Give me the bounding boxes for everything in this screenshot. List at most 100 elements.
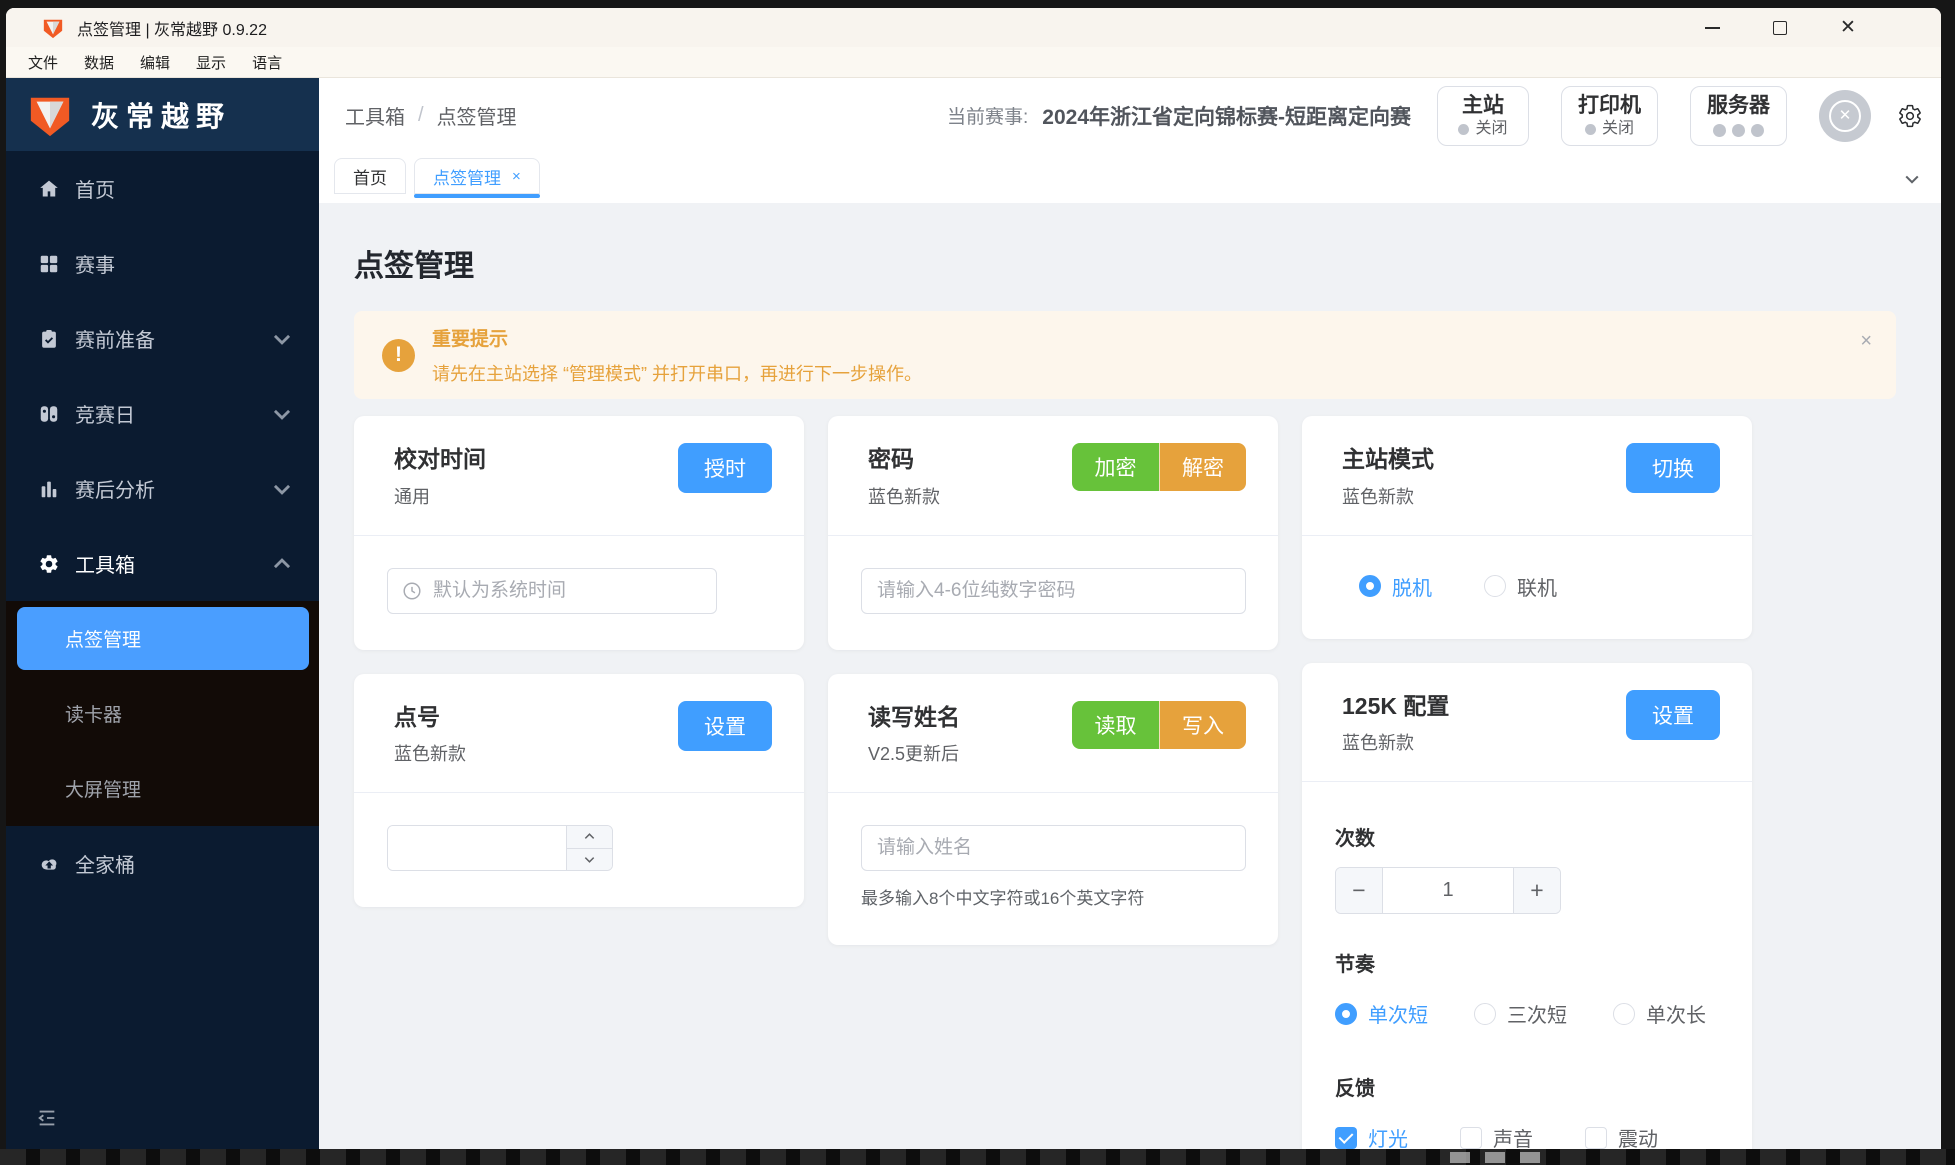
card-subtitle: V2.5更新后	[868, 744, 960, 765]
card-password: 密码 蓝色新款 加密 解密	[828, 416, 1278, 650]
tab-home[interactable]: 首页	[334, 158, 406, 194]
sidebar-item-events[interactable]: 赛事	[6, 226, 319, 301]
clock-icon	[401, 580, 423, 602]
card-subtitle: 蓝色新款	[394, 744, 466, 765]
sidebar-item-race-day[interactable]: 竞赛日	[6, 376, 319, 451]
radio-online[interactable]: 联机	[1484, 572, 1557, 601]
radio-label: 三次短	[1507, 1005, 1567, 1028]
mode-switch-button[interactable]: 切换	[1626, 443, 1720, 493]
submenu-item-big-screen[interactable]: 大屏管理	[6, 751, 319, 826]
station-status-text: 关闭	[1475, 120, 1508, 138]
app-window: 点签管理 | 灰常越野 0.9.22 ✕ 文件 数据 编辑 显示 语言 灰常越野…	[6, 8, 1941, 1149]
radio-unselected-icon	[1613, 1002, 1635, 1025]
spinner-up-button[interactable]	[567, 826, 612, 848]
clipboard-check-icon	[38, 328, 60, 350]
settings-gear-icon[interactable]	[1897, 103, 1923, 129]
spinner-down-button[interactable]	[567, 847, 612, 871]
desktop-taskbar	[0, 1149, 1955, 1165]
sidebar-item-analysis[interactable]: 赛后分析	[6, 451, 319, 526]
card-subtitle: 通用	[394, 486, 430, 507]
printer-status-text: 关闭	[1601, 120, 1634, 138]
tabbar: 首页 点签管理 ×	[319, 153, 1941, 203]
breadcrumb-toolbox[interactable]: 工具箱	[345, 101, 405, 130]
stepper-value[interactable]: 1	[1382, 868, 1514, 914]
card-title: 读写姓名	[868, 703, 960, 730]
count-label: 次数	[1335, 828, 1375, 851]
radio-label: 单次长	[1646, 1005, 1706, 1028]
menubar: 文件 数据 编辑 显示 语言	[6, 47, 1941, 78]
checkbox-sound[interactable]: 声音	[1460, 1123, 1533, 1149]
radio-unselected-icon	[1484, 575, 1506, 598]
time-sync-button[interactable]: 授时	[678, 443, 772, 493]
checkbox-light[interactable]: 灯光	[1335, 1123, 1408, 1149]
decrypt-button[interactable]: 解密	[1159, 443, 1246, 491]
sidebar-item-home[interactable]: 首页	[6, 151, 319, 226]
checkbox-unchecked-icon	[1585, 1126, 1607, 1149]
submenu-item-tag-management[interactable]: 点签管理	[17, 607, 309, 670]
checkbox-label: 震动	[1618, 1129, 1658, 1149]
point-number-set-button[interactable]: 设置	[678, 700, 772, 751]
minimize-button[interactable]	[1703, 19, 1721, 37]
radio-offline[interactable]: 脱机	[1359, 572, 1432, 601]
menu-view[interactable]: 显示	[183, 52, 239, 73]
menu-file[interactable]: 文件	[15, 52, 71, 73]
current-event-name: 2024年浙江省定向锦标赛-短距离定向赛	[1042, 105, 1411, 129]
taskbar-item	[1485, 1152, 1505, 1163]
sidebar-collapse-button[interactable]	[6, 1107, 319, 1149]
feedback-label: 反馈	[1335, 1078, 1375, 1101]
status-dot	[1751, 124, 1764, 138]
cloud-upload-icon	[38, 853, 60, 875]
brand-name: 灰常越野	[91, 100, 232, 132]
status-dot	[1458, 123, 1470, 135]
tab-list-chevron-icon[interactable]	[1903, 170, 1921, 188]
checkbox-vibrate[interactable]: 震动	[1585, 1123, 1658, 1149]
read-button[interactable]: 读取	[1072, 700, 1159, 749]
menu-data[interactable]: 数据	[71, 52, 127, 73]
radio-single-short[interactable]: 单次短	[1335, 999, 1428, 1028]
avatar-x-icon: ✕	[1829, 99, 1861, 132]
home-icon	[38, 178, 60, 200]
sidebar-item-toolbox[interactable]: 工具箱	[6, 526, 319, 601]
card-time-sync: 校对时间 通用 授时	[354, 416, 804, 650]
password-input[interactable]	[861, 567, 1246, 614]
name-input[interactable]	[861, 825, 1246, 872]
encrypt-button[interactable]: 加密	[1072, 443, 1159, 491]
gear-icon	[38, 553, 60, 575]
toolbox-submenu: 点签管理 读卡器 大屏管理	[6, 601, 319, 826]
sidebar-item-suite[interactable]: 全家桶	[6, 826, 319, 901]
sidebar-item-pre-race[interactable]: 赛前准备	[6, 301, 319, 376]
server-status-button[interactable]: 服务器	[1690, 85, 1787, 146]
k125-set-button[interactable]: 设置	[1626, 689, 1720, 740]
chevron-up-icon	[271, 553, 293, 575]
sidebar-item-label: 竞赛日	[75, 405, 135, 427]
status-dot	[1713, 124, 1726, 138]
tab-close-icon[interactable]: ×	[512, 168, 521, 185]
card-subtitle: 蓝色新款	[868, 486, 940, 507]
menu-edit[interactable]: 编辑	[127, 52, 183, 73]
point-number-field[interactable]	[388, 826, 566, 871]
grid-icon	[38, 253, 60, 275]
titlebar: 点签管理 | 灰常越野 0.9.22 ✕	[6, 8, 1941, 47]
close-window-button[interactable]: ✕	[1839, 18, 1857, 37]
time-input[interactable]	[387, 567, 717, 614]
sidebar-item-label: 赛后分析	[75, 480, 155, 502]
submenu-item-card-reader[interactable]: 读卡器	[6, 676, 319, 751]
radio-triple-short[interactable]: 三次短	[1474, 999, 1567, 1028]
status-dot	[1732, 124, 1745, 138]
stepper-minus-button[interactable]: −	[1336, 868, 1382, 914]
submenu-item-label: 大屏管理	[65, 780, 142, 801]
write-button[interactable]: 写入	[1159, 700, 1246, 749]
window-title: 点签管理 | 灰常越野 0.9.22	[77, 21, 267, 39]
stepper-plus-button[interactable]: +	[1514, 868, 1560, 914]
avatar[interactable]: ✕	[1819, 89, 1871, 142]
name-input-note: 最多输入8个中文字符或16个英文字符	[861, 889, 1145, 909]
menu-language[interactable]: 语言	[239, 52, 295, 73]
radio-single-long[interactable]: 单次长	[1613, 999, 1706, 1028]
banner-close-icon[interactable]: ×	[1860, 331, 1872, 351]
station-status-button[interactable]: 主站 关闭	[1437, 85, 1529, 146]
bar-chart-icon	[38, 478, 60, 500]
tab-tag-management[interactable]: 点签管理 ×	[414, 158, 540, 198]
card-subtitle: 蓝色新款	[1342, 733, 1414, 754]
printer-status-button[interactable]: 打印机 关闭	[1561, 85, 1658, 146]
maximize-button[interactable]	[1771, 19, 1789, 37]
